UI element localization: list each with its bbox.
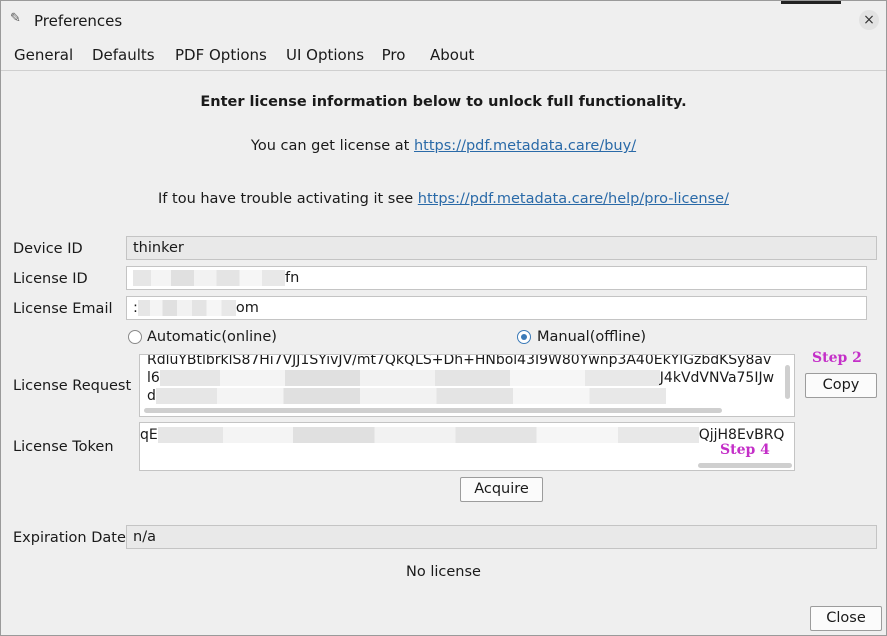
tab-ui-options[interactable]: UI Options <box>286 44 364 70</box>
license-id-visible: fn <box>285 270 300 286</box>
license-token-start: qE <box>140 427 158 443</box>
title-bar[interactable]: ✎ Preferences × <box>1 1 886 39</box>
copy-button[interactable]: Copy <box>805 373 877 398</box>
buy-info: You can get license at https://pdf.metad… <box>1 138 886 154</box>
license-request-line-3-start: d <box>147 388 156 404</box>
token-horizontal-scrollbar[interactable] <box>698 463 792 468</box>
redacted-text <box>159 370 660 386</box>
tab-pro[interactable]: Pro <box>370 44 417 72</box>
redacted-text <box>157 427 699 443</box>
manual-radio[interactable] <box>517 330 531 344</box>
license-email-visible-end: om <box>235 300 259 316</box>
tab-general[interactable]: General <box>14 44 73 70</box>
manual-radio-label[interactable]: Manual(offline) <box>537 329 646 345</box>
device-id-field[interactable]: thinker <box>126 236 877 260</box>
buy-info-text: You can get license at <box>250 138 414 154</box>
device-id-label: Device ID <box>13 241 83 257</box>
license-request-line-1: RdluYBtlbrklS87Hi7VJJ1SYivJV/mt7QkQLS+Dh… <box>147 354 772 368</box>
license-request-label: License Request <box>13 378 132 394</box>
license-request-line-3: d <box>147 387 666 405</box>
help-info: If tou have trouble activating it see ht… <box>1 191 886 207</box>
license-status: No license <box>406 564 481 580</box>
request-horizontal-scrollbar[interactable] <box>144 408 722 413</box>
license-token-end: QjjH8EvBRQ <box>698 427 785 443</box>
license-request-line-2-end: J4kVdVNVa75IJw <box>659 370 775 386</box>
close-button[interactable]: Close <box>810 606 882 631</box>
pro-tab-panel <box>2 71 886 635</box>
buy-link[interactable]: https://pdf.metadata.care/buy/ <box>414 138 636 154</box>
redacted-text <box>133 270 285 286</box>
help-link[interactable]: https://pdf.metadata.care/help/pro-licen… <box>418 191 729 207</box>
acquire-button[interactable]: Acquire <box>460 477 543 502</box>
window-title: Preferences <box>34 12 123 30</box>
license-request-line-2-start: l6 <box>147 370 160 386</box>
request-vertical-scrollbar[interactable] <box>785 365 790 399</box>
redacted-text <box>155 388 666 404</box>
step-4-annotation: Step 4 <box>720 442 770 458</box>
license-request-textarea[interactable]: RdluYBtlbrklS87Hi7VJJ1SYivJV/mt7QkQLS+Dh… <box>139 354 795 417</box>
license-id-label: License ID <box>13 271 88 287</box>
preferences-dialog: ✎ Preferences × General Defaults PDF Opt… <box>0 0 887 636</box>
tab-about[interactable]: About <box>430 44 474 70</box>
tab-defaults[interactable]: Defaults <box>92 44 155 70</box>
license-token-value: qE QjjH8EvBRQ <box>140 426 784 444</box>
step-2-annotation: Step 2 <box>812 350 862 366</box>
license-token-label: License Token <box>13 439 114 455</box>
license-email-field[interactable]: : om <box>126 296 867 320</box>
license-request-line-2: l6 J4kVdVNVa75IJw <box>147 369 774 387</box>
license-heading: Enter license information below to unloc… <box>200 94 687 110</box>
tab-pdf-options[interactable]: PDF Options <box>175 44 267 70</box>
close-window-icon[interactable]: × <box>859 10 879 30</box>
license-token-textarea[interactable]: qE QjjH8EvBRQ <box>139 422 795 471</box>
expiration-date-label: Expiration Date <box>13 530 126 546</box>
automatic-radio-label[interactable]: Automatic(online) <box>147 329 277 345</box>
redacted-text <box>137 300 236 316</box>
help-info-text: If tou have trouble activating it see <box>158 191 418 207</box>
app-feather-icon: ✎ <box>10 11 21 26</box>
expiration-date-field[interactable]: n/a <box>126 525 877 549</box>
license-id-field[interactable]: fn <box>126 266 867 290</box>
automatic-radio[interactable] <box>128 330 142 344</box>
license-email-label: License Email <box>13 301 113 317</box>
